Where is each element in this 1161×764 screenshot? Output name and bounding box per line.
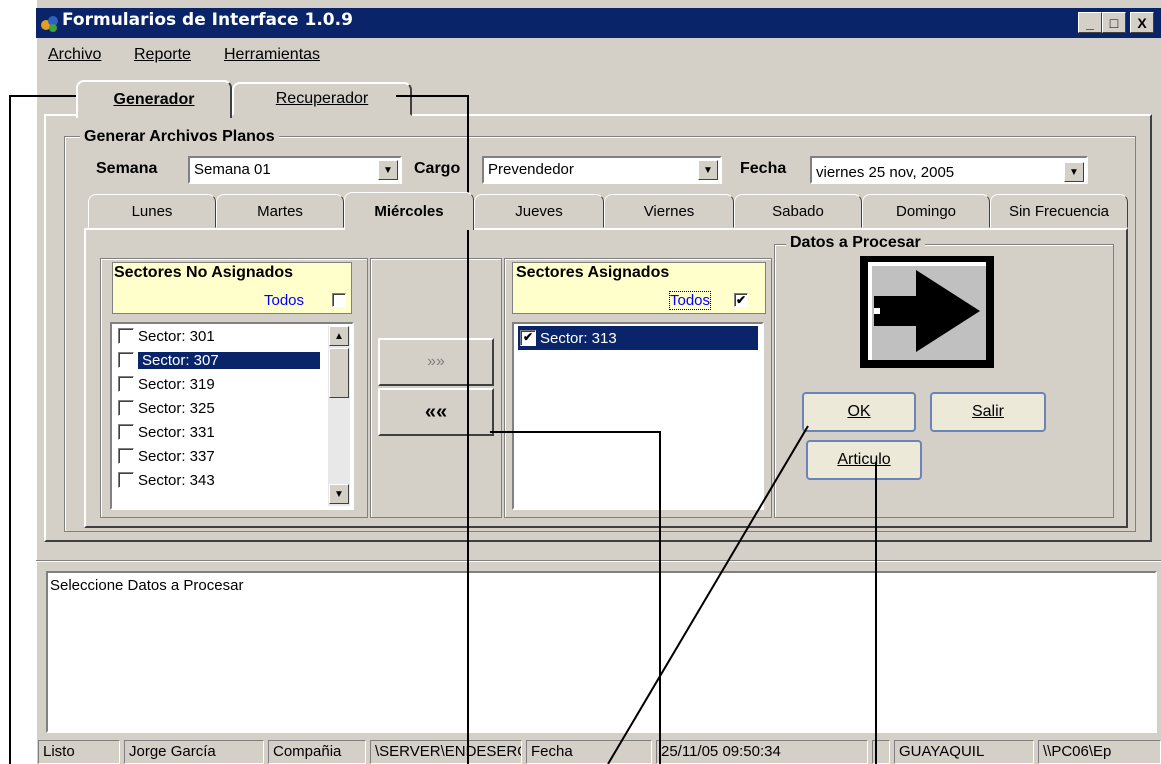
salir-button[interactable]: Salir <box>930 392 1046 432</box>
process-arrow-button[interactable] <box>860 256 994 368</box>
fecha-label: Fecha <box>740 160 787 177</box>
list-item[interactable]: Sector: 325 <box>112 396 352 420</box>
status-server: \SERVER\ENDESERO! <box>370 740 522 764</box>
tab-jueves[interactable]: Jueves <box>474 194 604 228</box>
tab-viernes[interactable]: Viernes <box>604 194 734 228</box>
list-item[interactable]: Sector: 343 <box>112 468 352 492</box>
minimize-button[interactable]: _ <box>1078 12 1102 33</box>
chevron-down-icon[interactable]: ▼ <box>1064 162 1084 182</box>
cargo-label: Cargo <box>414 160 461 177</box>
message-area: Seleccione Datos a Procesar <box>46 571 1157 733</box>
tab-martes[interactable]: Martes <box>216 194 344 228</box>
fecha-datepicker[interactable]: viernes 25 nov, 2005 ▼ <box>810 156 1088 184</box>
tab-recuperador[interactable]: Recuperador <box>232 82 412 116</box>
assigned-listbox[interactable]: ✔ Sector: 313 <box>512 322 764 510</box>
checkbox[interactable] <box>118 376 134 392</box>
close-button[interactable]: X <box>1130 12 1154 33</box>
assigned-todos-checkbox[interactable]: ✔ <box>734 293 748 307</box>
status-company-label: Compañia <box>268 740 366 764</box>
semana-label: Semana <box>96 160 158 177</box>
checkbox[interactable] <box>118 448 134 464</box>
app-icon <box>40 13 60 33</box>
tab-domingo[interactable]: Domingo <box>862 194 990 228</box>
groupbox-title: Generar Archivos Planos <box>80 128 279 146</box>
window-title: Formularios de Interface 1.0.9 <box>62 10 353 30</box>
list-item[interactable]: Sector: 319 <box>112 372 352 396</box>
status-path: \\PC06\Ep <box>1038 740 1161 764</box>
unassigned-todos-label[interactable]: Todos <box>264 292 304 309</box>
status-datetime: 25/11/05 09:50:34 <box>656 740 868 764</box>
scroll-down-icon[interactable]: ▼ <box>329 484 349 504</box>
checkbox[interactable] <box>118 328 134 344</box>
menu-herramientas[interactable]: Herramientas <box>224 46 320 64</box>
checkbox[interactable] <box>118 472 134 488</box>
articulo-button[interactable]: Articulo <box>806 440 922 480</box>
checkbox[interactable]: ✔ <box>520 330 536 346</box>
list-item[interactable]: Sector: 331 <box>112 420 352 444</box>
unassigned-todos-checkbox[interactable] <box>332 293 346 307</box>
scrollbar[interactable]: ▲ ▼ <box>328 326 350 506</box>
scroll-up-icon[interactable]: ▲ <box>329 326 349 346</box>
checkbox[interactable] <box>118 424 134 440</box>
status-date-label: Fecha <box>526 740 652 764</box>
divider <box>36 560 1161 562</box>
list-item[interactable]: Sector: 307 <box>112 348 352 372</box>
tab-sin-frecuencia[interactable]: Sin Frecuencia <box>990 194 1128 228</box>
unassigned-title: Sectores No Asignados <box>114 264 294 281</box>
checkbox[interactable] <box>118 352 134 368</box>
scroll-thumb[interactable] <box>329 348 349 398</box>
unassigned-listbox[interactable]: Sector: 301 Sector: 307 Sector: 319 Sect… <box>110 322 354 510</box>
tab-miercoles[interactable]: Miércoles <box>344 192 474 230</box>
process-title: Datos a Procesar <box>786 234 925 252</box>
ok-button[interactable]: OK <box>802 392 916 432</box>
menu-archivo[interactable]: Archivo <box>48 46 101 64</box>
list-item[interactable]: ✔ Sector: 313 <box>518 326 758 350</box>
chevron-down-icon[interactable]: ▼ <box>378 160 398 180</box>
cargo-select[interactable]: Prevendedor ▼ <box>482 156 722 184</box>
status-city: GUAYAQUIL <box>894 740 1034 764</box>
assigned-todos-label[interactable]: Todos <box>668 291 712 310</box>
status-empty <box>872 740 890 764</box>
chevron-down-icon[interactable]: ▼ <box>698 160 718 180</box>
tab-sabado[interactable]: Sabado <box>734 194 862 228</box>
status-user: Jorge García <box>124 740 264 764</box>
add-sector-button[interactable]: »» <box>378 338 494 386</box>
tab-lunes[interactable]: Lunes <box>88 194 216 228</box>
list-item[interactable]: Sector: 337 <box>112 444 352 468</box>
semana-select[interactable]: Semana 01 ▼ <box>188 156 402 184</box>
assigned-title: Sectores Asignados <box>516 264 670 281</box>
menu-bar <box>36 40 1161 70</box>
tab-generador[interactable]: Generador <box>76 80 232 118</box>
maximize-button[interactable]: □ <box>1102 12 1126 33</box>
checkbox[interactable] <box>118 400 134 416</box>
list-item[interactable]: Sector: 301 <box>112 324 352 348</box>
remove-sector-button[interactable]: «« <box>378 388 494 436</box>
status-state: Listo <box>38 740 120 764</box>
menu-reporte[interactable]: Reporte <box>134 46 191 64</box>
